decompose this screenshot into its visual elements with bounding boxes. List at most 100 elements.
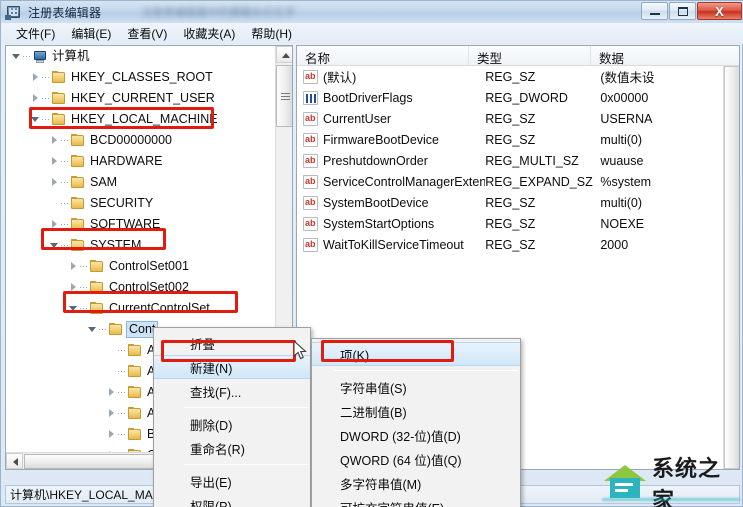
values-scroll-thumb[interactable] <box>724 66 739 469</box>
expand-arrow-open-icon[interactable] <box>10 50 23 63</box>
tree-node--[interactable]: 计算机 <box>6 46 276 67</box>
tree-connector-line <box>80 260 89 273</box>
expand-arrow-closed-icon[interactable] <box>67 281 80 294</box>
tree-node-controlset001[interactable]: ControlSet001 <box>6 256 276 277</box>
values-vertical-scrollbar[interactable] <box>723 66 739 469</box>
tree-node-currentcontrolset[interactable]: CurrentControlSet <box>6 298 276 319</box>
scroll-up-arrow-icon[interactable] <box>276 46 292 63</box>
submenu-item-3[interactable]: 二进制值(B) <box>312 399 520 423</box>
submenu-item-5[interactable]: QWORD (64 位)值(Q) <box>312 447 520 471</box>
value-name: SystemStartOptions <box>323 216 435 231</box>
title-bar: 注册表编辑器 注册表编辑器中的模糊水印文字 X <box>1 1 743 23</box>
close-button[interactable]: X <box>697 2 742 20</box>
tree-connector-line <box>23 50 32 63</box>
tree-node-hkey-local-machine[interactable]: HKEY_LOCAL_MACHINE <box>6 109 276 130</box>
tree-node-bcd00000000[interactable]: BCD00000000 <box>6 130 276 151</box>
computer-icon <box>32 50 48 64</box>
menu-help[interactable]: 帮助(H) <box>243 23 300 44</box>
expand-arrow-closed-icon[interactable] <box>105 428 118 441</box>
expand-arrow-open-icon[interactable] <box>29 113 42 126</box>
string-value-icon <box>303 69 318 84</box>
context-submenu-new[interactable]: 项(K) 字符串值(S) 二进制值(B) DWORD (32-位)值(D) QWORD … <box>311 338 521 507</box>
minimize-button[interactable] <box>641 2 668 20</box>
expand-arrow-closed-icon[interactable] <box>48 134 61 147</box>
tree-connector-line <box>61 155 70 168</box>
folder-icon <box>127 343 143 358</box>
value-row[interactable]: FirmwareBootDevice REG_SZ multi(0) <box>297 129 723 150</box>
value-row[interactable]: ServiceControlManagerExtensionREG_EXPAND… <box>297 171 723 192</box>
tree-node-system[interactable]: SYSTEM <box>6 235 276 256</box>
column-header-name[interactable]: 名称 <box>297 46 469 66</box>
tree-node-software[interactable]: SOFTWARE <box>6 214 276 235</box>
tree-connector-line <box>42 113 51 126</box>
value-row[interactable]: SystemStartOptions REG_SZ NOEXE <box>297 213 723 234</box>
value-name: CurrentUser <box>323 111 392 126</box>
context-menu-item-0[interactable]: 折叠 <box>154 331 310 355</box>
value-type: REG_SZ <box>485 111 536 126</box>
value-row[interactable]: WaitToKillServiceTimeout REG_SZ 2000 <box>297 234 723 255</box>
context-menu-item-8[interactable]: 权限(P)... <box>154 493 310 507</box>
tree-connector-line <box>118 407 127 420</box>
tree-node-controlset002[interactable]: ControlSet002 <box>6 277 276 298</box>
tree-node-label: SYSTEM <box>90 238 142 252</box>
maximize-button[interactable] <box>669 2 696 20</box>
value-data: %system <box>600 174 652 189</box>
tree-connector-line <box>118 344 127 357</box>
context-menu[interactable]: 折叠新建(N)查找(F)...删除(D)重命名(R)导出(E)权限(P)...复… <box>153 327 311 507</box>
folder-icon <box>89 259 105 274</box>
tree-node-sam[interactable]: SAM <box>6 172 276 193</box>
context-menu-item-2[interactable]: 查找(F)... <box>154 379 310 403</box>
value-data: 2000 <box>600 237 629 252</box>
value-row[interactable]: (默认) REG_SZ (数值未设 <box>297 66 723 87</box>
value-row[interactable]: CurrentUser REG_SZ USERNA <box>297 108 723 129</box>
expand-arrow-open-icon[interactable] <box>48 239 61 252</box>
submenu-item-2[interactable]: 字符串值(S) <box>312 375 520 399</box>
context-menu-item-7[interactable]: 导出(E) <box>154 469 310 493</box>
value-row[interactable]: PreshutdownOrder REG_MULTI_SZ wuause <box>297 150 723 171</box>
menu-favorites[interactable]: 收藏夹(A) <box>175 23 243 44</box>
submenu-item-6[interactable]: 多字符串值(M) <box>312 471 520 495</box>
value-name: SystemBootDevice <box>323 195 429 210</box>
expand-arrow-closed-icon[interactable] <box>29 71 42 84</box>
expand-arrow-closed-icon[interactable] <box>48 155 61 168</box>
value-name: FirmwareBootDevice <box>323 132 440 147</box>
expand-arrow-closed-icon[interactable] <box>48 218 61 231</box>
expand-arrow-closed-icon[interactable] <box>48 176 61 189</box>
value-data: wuause <box>600 153 644 168</box>
tree-node-hkey-classes-root[interactable]: HKEY_CLASSES_ROOT <box>6 67 276 88</box>
expand-arrow-closed-icon[interactable] <box>105 386 118 399</box>
folder-icon <box>51 112 67 127</box>
scroll-left-arrow-icon[interactable] <box>6 453 23 469</box>
submenu-item-7[interactable]: 可扩充字符串值(E) <box>312 495 520 507</box>
expand-arrow-open-icon[interactable] <box>67 302 80 315</box>
menu-file[interactable]: 文件(F) <box>8 23 63 44</box>
expand-arrow-open-icon[interactable] <box>86 323 99 336</box>
tree-node-security[interactable]: SECURITY <box>6 193 276 214</box>
value-row[interactable]: BootDriverFlags REG_DWORD 0x00000 <box>297 87 723 108</box>
context-menu-item-5[interactable]: 重命名(R) <box>154 436 310 460</box>
expand-arrow-closed-icon[interactable] <box>67 260 80 273</box>
submenu-item-4[interactable]: DWORD (32-位)值(D) <box>312 423 520 447</box>
context-menu-item-1[interactable]: 新建(N) <box>154 355 310 379</box>
menu-bar: 文件(F) 编辑(E) 查看(V) 收藏夹(A) 帮助(H) <box>2 23 743 44</box>
value-name: WaitToKillServiceTimeout <box>323 237 464 252</box>
tree-scroll-thumb[interactable] <box>276 65 292 127</box>
expand-arrow-closed-icon[interactable] <box>105 407 118 420</box>
window-frame: 注册表编辑器 注册表编辑器中的模糊水印文字 X 文件(F) 编辑(E) 查看(V… <box>0 0 743 507</box>
value-data: 0x00000 <box>600 90 649 105</box>
tree-node-hardware[interactable]: HARDWARE <box>6 151 276 172</box>
string-value-icon <box>303 195 318 210</box>
expand-arrow-closed-icon[interactable] <box>29 92 42 105</box>
menu-edit[interactable]: 编辑(E) <box>63 23 119 44</box>
context-menu-item-4[interactable]: 删除(D) <box>154 412 310 436</box>
submenu-item-0[interactable]: 项(K) <box>312 342 520 366</box>
value-row[interactable]: SystemBootDevice REG_SZ multi(0) <box>297 192 723 213</box>
column-header-type[interactable]: 类型 <box>469 46 591 66</box>
column-header-data[interactable]: 数据 <box>591 46 739 66</box>
menu-view[interactable]: 查看(V) <box>119 23 175 44</box>
tree-node-hkey-current-user[interactable]: HKEY_CURRENT_USER <box>6 88 276 109</box>
